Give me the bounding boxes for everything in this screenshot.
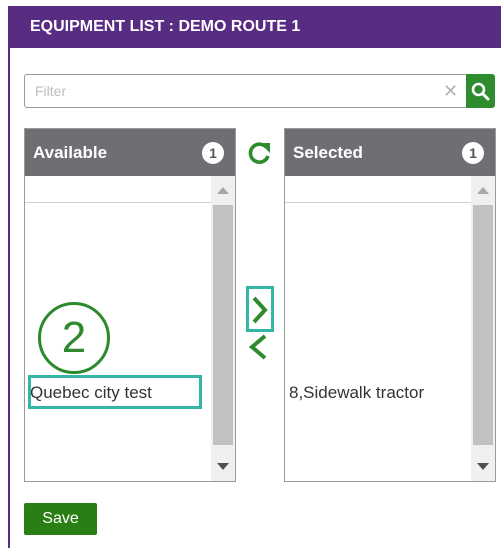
search-button[interactable] xyxy=(466,74,495,108)
scroll-up-arrow-icon[interactable] xyxy=(217,187,229,194)
scroll-down-arrow-icon[interactable] xyxy=(477,463,489,470)
selected-list-top xyxy=(285,176,495,203)
move-right-button[interactable] xyxy=(246,286,274,332)
scroll-up-arrow-icon[interactable] xyxy=(477,187,489,194)
selected-scrollbar[interactable] xyxy=(471,176,495,481)
save-button[interactable]: Save xyxy=(24,503,97,535)
filter-input[interactable] xyxy=(25,75,435,107)
scroll-thumb[interactable] xyxy=(473,205,493,445)
selected-list: Selected 1 xyxy=(284,128,496,482)
chevron-left-icon[interactable] xyxy=(248,334,268,362)
scroll-down-arrow-icon[interactable] xyxy=(217,463,229,470)
search-icon xyxy=(471,82,490,101)
selected-list-item[interactable]: 8,Sidewalk tractor xyxy=(289,383,424,403)
selected-header: Selected 1 xyxy=(285,129,495,176)
available-list: Available 1 xyxy=(24,128,236,482)
available-header-label: Available xyxy=(33,143,108,162)
filter-box: ✕ xyxy=(24,74,468,108)
dialog-title: EQUIPMENT LIST : DEMO ROUTE 1 xyxy=(8,6,501,48)
close-icon[interactable]: ✕ xyxy=(443,81,458,101)
scroll-thumb[interactable] xyxy=(213,205,233,445)
available-list-top xyxy=(25,176,235,203)
highlight-box xyxy=(28,375,202,409)
available-count-badge: 1 xyxy=(202,142,224,164)
chevron-right-icon xyxy=(252,296,268,324)
step-annotation: 2 xyxy=(38,302,110,374)
selected-count-badge: 1 xyxy=(462,142,484,164)
available-scrollbar[interactable] xyxy=(211,176,235,481)
selected-header-label: Selected xyxy=(293,143,363,162)
refresh-icon[interactable] xyxy=(245,140,273,168)
available-header: Available 1 xyxy=(25,129,235,176)
